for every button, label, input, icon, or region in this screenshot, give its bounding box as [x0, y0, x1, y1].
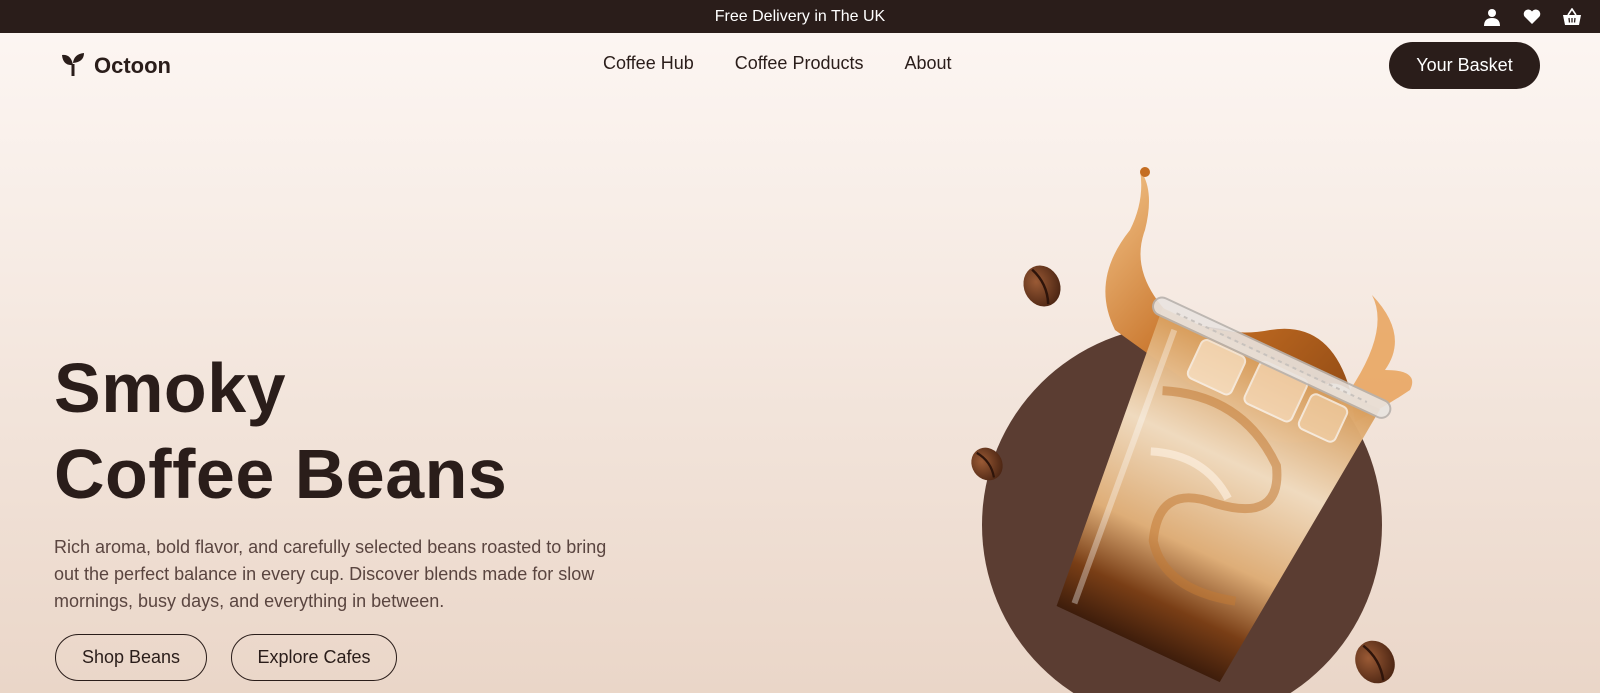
- iced-coffee-illustration: [971, 167, 1413, 693]
- nav-item-coffee-products[interactable]: Coffee Products: [735, 53, 864, 74]
- explore-cafes-button[interactable]: Explore Cafes: [231, 634, 397, 681]
- hero-title-line-2: Coffee Beans: [54, 435, 508, 513]
- sprout-icon: [60, 51, 86, 82]
- basket-icon[interactable]: [1562, 7, 1582, 27]
- announcement-text: Free Delivery in The UK: [714, 7, 886, 25]
- coffee-bean-icon: [1355, 640, 1395, 684]
- coffee-bean-icon: [1023, 265, 1061, 307]
- nav-links: Coffee Hub Coffee Products About: [603, 53, 952, 74]
- hero-title: Smoky Coffee Beans: [54, 345, 507, 517]
- hero-title-line-1: Smoky: [54, 349, 287, 427]
- topbar-icons: [1482, 0, 1582, 33]
- main-navbar: Octoon Coffee Hub Coffee Products About …: [0, 33, 1600, 99]
- brand-name: Octoon: [94, 53, 171, 78]
- announcement-bar: Free Delivery in The UK: [0, 0, 1600, 33]
- user-icon[interactable]: [1482, 7, 1502, 27]
- nav-item-coffee-hub[interactable]: Coffee Hub: [603, 53, 694, 74]
- your-basket-button[interactable]: Your Basket: [1389, 42, 1540, 89]
- heart-icon[interactable]: [1522, 7, 1542, 27]
- shop-beans-button[interactable]: Shop Beans: [55, 634, 207, 681]
- hero-description: Rich aroma, bold flavor, and carefully s…: [54, 537, 607, 611]
- brand-logo[interactable]: Octoon: [60, 51, 171, 81]
- nav-item-about[interactable]: About: [904, 53, 951, 74]
